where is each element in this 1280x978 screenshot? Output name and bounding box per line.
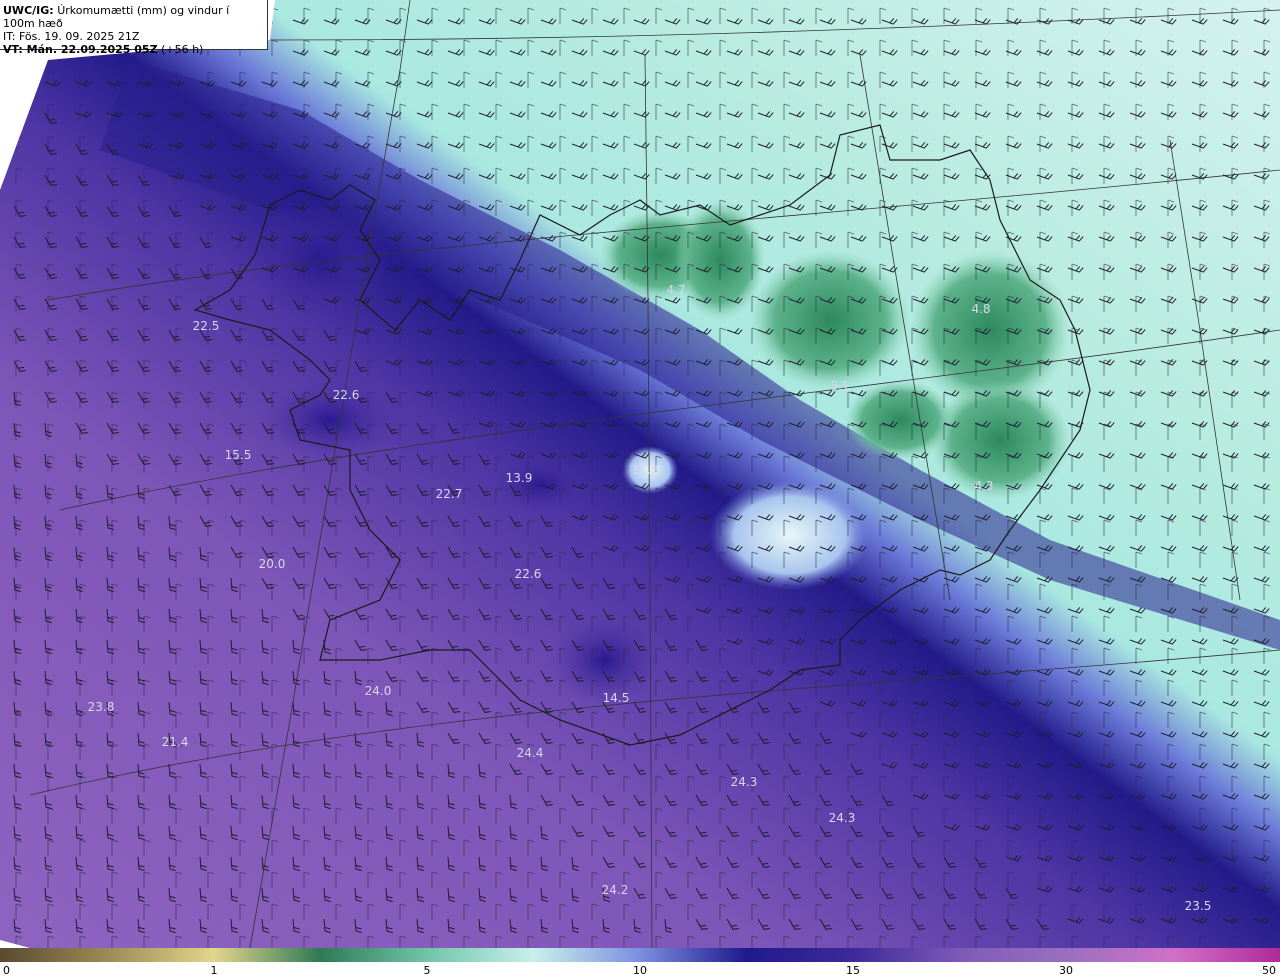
valid-time: VT: Mán. 22.09.2025 05Z: [3, 43, 158, 56]
precip-value-label: 20.0: [258, 557, 286, 571]
precip-value-label: 22.5: [192, 319, 220, 333]
precip-value-label: 24.4: [516, 746, 544, 760]
init-time: IT: Fös. 19. 09. 2025 21Z: [3, 30, 140, 43]
colorbar-tick-label: 15: [846, 964, 860, 977]
precip-value-label: 23.5: [1184, 899, 1212, 913]
colorbar-tick-label: 1: [210, 964, 218, 977]
colorbar-tick-label: 5: [423, 964, 431, 977]
colorbar-tick-label: 10: [633, 964, 647, 977]
precip-value-label: 5.1: [830, 379, 850, 393]
precip-value-label: 4.8: [971, 302, 991, 316]
precip-value-label: 14.5: [602, 691, 630, 705]
precip-value-label: 24.3: [730, 775, 758, 789]
colorbar: 0 1 5 10 15 30 50: [0, 948, 1280, 978]
precip-value-label: 15.5: [224, 448, 252, 462]
colorbar-tick-label: 30: [1059, 964, 1073, 977]
precip-value-label: 13.9: [505, 471, 533, 485]
lead-time: (+56 h): [161, 43, 204, 56]
precip-value-label: 24.3: [828, 811, 856, 825]
model-name: UWC/IG:: [3, 4, 54, 17]
precip-value-label: 11.8: [631, 463, 659, 477]
precip-value-label: 4.3: [974, 479, 994, 493]
precip-value-label: 4.7: [666, 283, 686, 297]
colorbar-fill: [0, 948, 1280, 962]
colorbar-gradient: [0, 948, 1280, 962]
precip-value-label: 24.0: [364, 684, 392, 698]
precip-value-label: 22.6: [332, 388, 360, 402]
colorbar-tick-label: 50: [1262, 964, 1276, 977]
precip-value-label: 22.6: [514, 567, 542, 581]
precip-value-label: 21.4: [161, 735, 189, 749]
precip-value-label: 24.2: [601, 883, 629, 897]
precip-value-label: 22.7: [435, 487, 463, 501]
precip-value-label: 23.8: [87, 700, 115, 714]
colorbar-tick-label: 0: [3, 964, 10, 977]
title-box: UWC/IG: Úrkomumætti (mm) og vindur í 100…: [0, 0, 268, 56]
